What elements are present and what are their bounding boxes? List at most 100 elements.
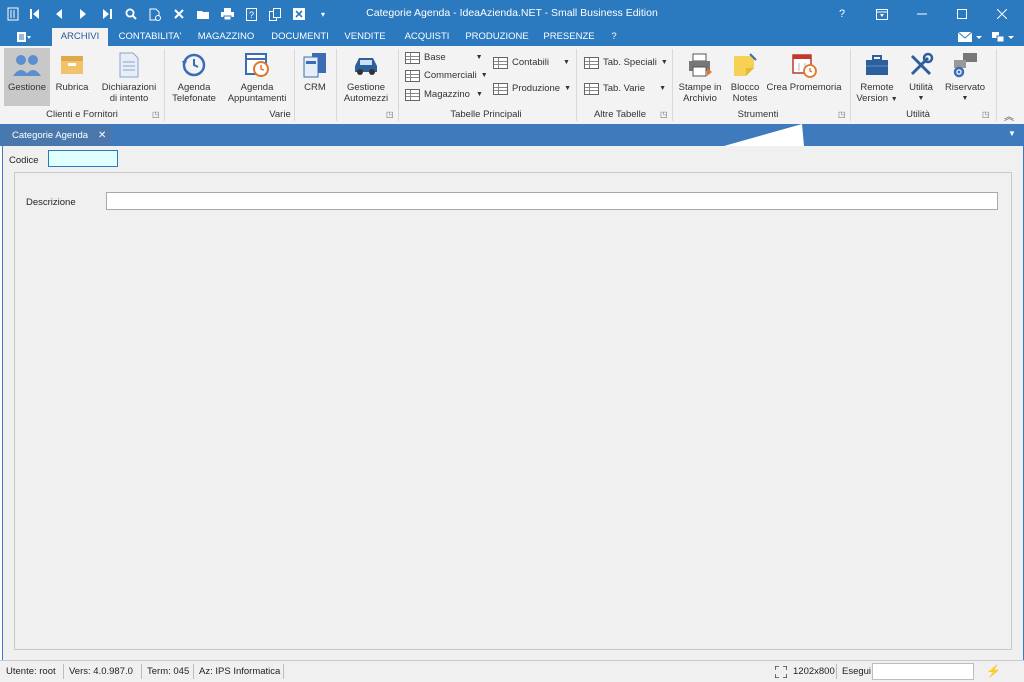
tab-contabilita[interactable]: CONTABILITA' [112,28,188,46]
group-label-tabelle: Tabelle Principali [450,109,522,120]
esegui-input[interactable] [872,663,974,680]
document-tab-strip: Categorie Agenda ✕ ▼ [0,124,1024,146]
search-icon[interactable] [122,5,140,23]
produzione-button[interactable]: Produzione ▼ [493,81,571,97]
chevron-down-icon: ▼ [660,59,668,66]
document-tab[interactable]: Categorie Agenda ✕ [2,126,112,146]
briefcase-icon [854,48,900,82]
tab-presenze[interactable]: PRESENZE [540,28,598,46]
agenda-telefonate-button[interactable]: Agenda Telefonate [168,48,220,106]
crea-promemoria-button[interactable]: Crea Promemoria [766,48,842,106]
help-page-icon[interactable]: ? [242,5,260,23]
dialog-launcher-icon[interactable]: ◳ [982,111,990,119]
help-button[interactable]: ? [822,0,862,28]
agenda-appuntamenti-button[interactable]: Agenda Appuntamenti [224,48,290,106]
print-icon[interactable] [218,5,236,23]
next-record-icon[interactable] [74,5,92,23]
title-bar: ? ▾ Categorie Agenda - IdeaAzienda.NET -… [0,0,1024,28]
dichiarazioni-label-2: di intento [109,93,149,104]
tab-archivi[interactable]: ARCHIVI [52,28,108,46]
promemoria-label: Crea Promemoria [766,82,842,93]
utilita-label: Utilità [909,82,933,93]
blocco-label-1: Blocco [730,82,760,93]
ribbon-display-options-icon[interactable] [862,0,902,28]
tab-produzione[interactable]: PRODUZIONE [462,28,532,46]
tab-varie-button[interactable]: Tab. Varie ▼ [584,81,666,97]
history-clock-icon [168,48,220,82]
base-button[interactable]: Base ▼ [405,50,483,66]
tab-acquisti[interactable]: ACQUISTI [398,28,456,46]
commerciali-button[interactable]: Commerciali ▼ [405,68,488,84]
dialog-launcher-icon[interactable]: ◳ [660,111,668,119]
tab-speciali-button[interactable]: Tab. Speciali ▼ [584,55,668,71]
delete-icon[interactable] [170,5,188,23]
document-tab-label: Categorie Agenda [12,130,89,141]
mail-icon[interactable] [957,31,984,43]
blocco-notes-button[interactable]: Blocco Notes [728,48,762,106]
last-record-icon[interactable] [98,5,116,23]
group-separator [576,49,577,121]
group-separator [996,49,997,121]
chevron-down-icon: ▼ [475,91,483,98]
esegui-label: Esegui [842,666,872,677]
chevron-down-icon: ▼ [475,54,483,61]
dialog-launcher-icon[interactable]: ◳ [152,111,160,119]
customize-toolbar-icon[interactable]: ▾ [314,5,332,23]
table-icon [584,83,599,95]
magazzino-button[interactable]: Magazzino ▼ [405,87,483,103]
appuntamenti-label-1: Agenda [240,82,274,93]
gestione-label: Gestione [7,82,47,93]
dialog-launcher-icon[interactable]: ◳ [386,111,394,119]
close-icon[interactable] [982,0,1022,28]
tab-magazzino[interactable]: MAGAZZINO [192,28,260,46]
rubrica-button[interactable]: Rubrica [52,48,92,106]
close-tab-icon[interactable]: ✕ [98,126,106,146]
tab-list-dropdown-icon[interactable]: ▼ [1008,129,1016,138]
remote-version-button[interactable]: Remote Version ▼ [854,48,900,106]
table-icon [584,57,599,69]
gestione-automezzi-button[interactable]: Gestione Automezzi [340,48,392,106]
app-menu-icon[interactable] [4,5,22,23]
sticky-note-icon [728,48,762,82]
copy-icon[interactable] [266,5,284,23]
dialog-launcher-icon[interactable]: ◳ [838,111,846,119]
crm-button[interactable]: CRM [298,48,332,106]
status-version: Vers: 4.0.987.0 [69,666,133,677]
minimize-icon[interactable] [902,0,942,28]
crm-cards-icon [298,48,332,82]
previous-record-icon[interactable] [50,5,68,23]
decorative-swoosh [724,124,804,146]
collapse-ribbon-icon[interactable]: ︽ [1004,108,1014,123]
tab-speciali-label: Tab. Speciali [603,57,657,68]
appuntamenti-label-2: Appuntamenti [227,93,287,104]
new-document-icon[interactable] [146,5,164,23]
dichiarazioni-intento-button[interactable]: Dichiarazioni di intento [98,48,160,106]
codice-field[interactable] [48,150,118,167]
excel-icon[interactable] [290,5,308,23]
window-layout-icon[interactable] [992,31,1018,43]
riservato-label: Riservato [944,82,986,93]
tab-help[interactable]: ? [604,28,624,46]
svg-text:?: ? [249,10,254,20]
tab-vendite[interactable]: VENDITE [340,28,390,46]
riservato-button[interactable]: Riservato ▼ [942,48,988,106]
gestione-button[interactable]: Gestione [4,48,50,106]
reminder-calendar-icon [766,48,842,82]
maximize-icon[interactable] [942,0,982,28]
produzione-label: Produzione [512,83,561,94]
chevron-down-icon: ▼ [480,72,488,79]
descrizione-field[interactable] [106,192,998,210]
tab-documenti[interactable]: DOCUMENTI [266,28,334,46]
open-folder-icon[interactable] [194,5,212,23]
lightning-icon[interactable]: ⚡ [986,664,1001,678]
utilita-button[interactable]: Utilità ▼ [904,48,938,106]
contabili-button[interactable]: Contabili ▼ [493,55,570,71]
telefonate-label-1: Agenda [177,82,211,93]
fullscreen-icon[interactable] [774,665,788,681]
first-record-icon[interactable] [26,5,44,23]
file-menu-button[interactable] [4,28,44,46]
stampe-label-2: Archivio [683,93,717,104]
stampe-archivio-button[interactable]: Stampe in Archivio [676,48,724,106]
table-icon [405,70,420,82]
group-separator [672,49,673,121]
